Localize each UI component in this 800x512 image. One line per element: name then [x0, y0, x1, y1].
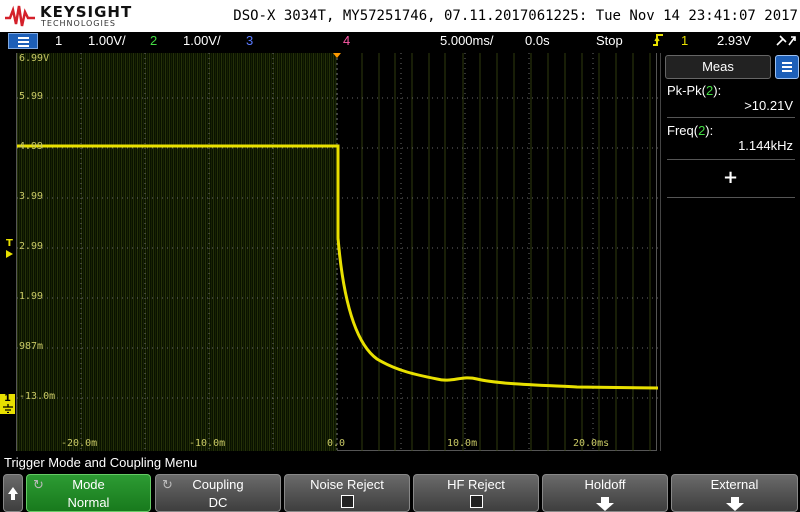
y-tick-label: -13.0m: [19, 391, 56, 402]
holdoff-softkey[interactable]: Holdoff: [542, 474, 668, 512]
divider: [667, 197, 795, 198]
sidebar-menu-icon[interactable]: [775, 55, 799, 79]
ch1-label[interactable]: 1: [55, 33, 62, 48]
ground-icon: [2, 404, 13, 414]
x-tick-label: 10.0m: [447, 438, 478, 449]
measurement-value: 1.144kHz: [738, 138, 793, 153]
ch1-scale[interactable]: 1.00V/: [88, 33, 126, 48]
measurement-label: Freq(2):: [667, 123, 714, 138]
hf-reject-softkey[interactable]: HF Reject: [413, 474, 539, 512]
waveform-area: [17, 53, 658, 451]
trigger-level[interactable]: 2.93V: [717, 33, 751, 48]
submenu-arrow-icon: [596, 497, 614, 511]
trigger-channel[interactable]: 1: [681, 33, 688, 48]
divider: [667, 159, 795, 160]
y-tick-label: 6.99V: [19, 53, 50, 64]
x-tick-label: -20.0m: [61, 438, 98, 449]
x-tick-label: -10.0m: [189, 438, 226, 449]
y-tick-label: 4.99: [19, 141, 44, 152]
delay[interactable]: 0.0s: [525, 33, 550, 48]
measurement-label: Pk-Pk(2):: [667, 83, 722, 98]
ch3-label[interactable]: 3: [246, 33, 253, 48]
measurement-pkpk[interactable]: Pk-Pk(2): >10.21V: [667, 83, 797, 113]
y-tick-label: 1.99: [19, 291, 44, 302]
keysight-logo: KEYSIGHT TECHNOLOGIES: [4, 2, 134, 30]
hf-reject-checkbox[interactable]: [469, 495, 483, 508]
ch1-ground-marker[interactable]: 1: [0, 394, 15, 414]
menu-up-button[interactable]: [3, 474, 23, 512]
menu-title: Trigger Mode and Coupling Menu: [0, 454, 800, 472]
timebase[interactable]: 5.000ms/: [440, 33, 493, 48]
instrument-id: DSO-X 3034T, MY57251746, 07.11.201706122…: [233, 8, 798, 24]
softkey-bar: ↻ Mode Normal ↻ Coupling DC Noise Reject…: [0, 472, 800, 512]
ch2-noise-traces: [361, 53, 651, 451]
trigger-level-marker[interactable]: T: [6, 238, 13, 258]
trigger-edge-icon: [652, 33, 664, 50]
noise-reject-checkbox[interactable]: [340, 495, 354, 508]
add-measurement-button[interactable]: +: [723, 167, 738, 188]
status-bar: 1 1.00V/ 2 1.00V/ 3 4 5.000ms/ 0.0s Stop…: [0, 32, 800, 50]
ch2-label[interactable]: 2: [150, 33, 157, 48]
submenu-arrow-icon: [725, 497, 744, 511]
noise-reject-softkey[interactable]: Noise Reject: [284, 474, 410, 512]
x-tick-label: 20.0ms: [573, 438, 610, 449]
measurement-value: >10.21V: [744, 98, 793, 113]
ch2-scale[interactable]: 1.00V/: [183, 33, 221, 48]
tab-meas[interactable]: Meas: [665, 55, 771, 79]
connectivity-icon[interactable]: [775, 33, 797, 52]
waveform-display[interactable]: 6.99V 5.99 4.99 3.99 2.99 1.99 987m -13.…: [16, 53, 658, 451]
measurement-freq[interactable]: Freq(2): 1.144kHz: [667, 123, 797, 153]
x-tick-label: 0.0: [327, 438, 346, 449]
y-tick-label: 5.99: [19, 91, 44, 102]
y-tick-label: 3.99: [19, 191, 44, 202]
y-tick-label: 987m: [19, 341, 44, 352]
up-arrow-icon: [8, 487, 18, 500]
divider: [667, 117, 795, 118]
keysight-wave-icon: [5, 5, 35, 27]
brand-subtitle: TECHNOLOGIES: [41, 19, 116, 28]
mode-softkey[interactable]: ↻ Mode Normal: [26, 474, 151, 512]
run-state[interactable]: Stop: [596, 33, 623, 48]
measurement-panel: Meas Pk-Pk(2): >10.21V Freq(2): 1.144kHz…: [660, 53, 800, 451]
y-tick-label: 2.99: [19, 241, 44, 252]
title-bar: KEYSIGHT TECHNOLOGIES DSO-X 3034T, MY572…: [0, 0, 800, 32]
ch4-label[interactable]: 4: [343, 33, 350, 48]
coupling-softkey[interactable]: ↻ Coupling DC: [155, 474, 281, 512]
main-menu-button[interactable]: [8, 33, 38, 49]
ch2-noise-region: [17, 53, 337, 451]
external-softkey[interactable]: External: [671, 474, 798, 512]
